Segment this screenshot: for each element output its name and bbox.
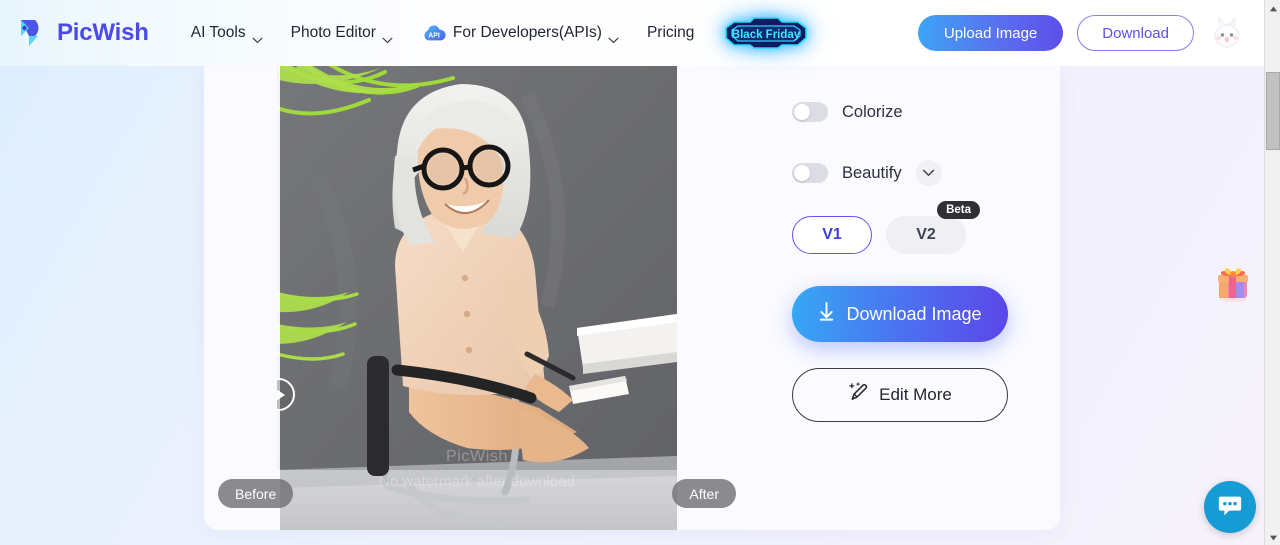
nav-item-pricing[interactable]: Pricing	[633, 16, 708, 50]
after-label: After	[672, 479, 736, 508]
chevron-down-icon	[608, 31, 619, 43]
image-compare-panel: PicWish No watermark after download Befo…	[204, 56, 750, 530]
edit-more-label: Edit More	[879, 385, 952, 404]
chevron-down-icon	[922, 164, 935, 182]
page-scrollbar[interactable]	[1264, 0, 1280, 545]
logo[interactable]: PicWish	[16, 17, 149, 49]
chat-bubble-icon	[1217, 492, 1243, 523]
download-image-button[interactable]: Download Image	[792, 286, 1008, 342]
site-header: PicWish AI Tools Photo Editor API For De…	[0, 0, 1264, 66]
beautify-row: Beautify	[792, 160, 942, 186]
portrait-photo	[277, 56, 677, 530]
editor-card: PicWish No watermark after download Befo…	[204, 56, 1060, 530]
download-image-label: Download Image	[846, 303, 982, 324]
nav-label: For Developers(APIs)	[452, 24, 602, 41]
nav-item-for-developers[interactable]: API For Developers(APIs)	[407, 16, 633, 51]
beautify-toggle[interactable]	[792, 163, 828, 183]
compare-slider-line	[277, 56, 280, 530]
controls-panel: Colorize Beautify V1 V2 Beta Download Im…	[750, 56, 1060, 530]
chat-support-button[interactable]	[1204, 481, 1256, 533]
bunny-avatar-icon[interactable]	[1208, 14, 1246, 52]
beta-badge: Beta	[937, 201, 980, 219]
toggle-knob	[794, 104, 810, 120]
edit-more-button[interactable]: Edit More	[792, 368, 1008, 422]
chevron-down-icon	[382, 31, 393, 43]
download-arrow-icon	[818, 302, 835, 326]
logo-text: PicWish	[57, 19, 149, 46]
svg-text:Black Friday: Black Friday	[732, 29, 801, 41]
download-button[interactable]: Download	[1077, 15, 1194, 51]
nav-label: Pricing	[646, 24, 695, 41]
photo-frame[interactable]: PicWish No watermark after download	[277, 56, 677, 530]
nav-item-ai-tools[interactable]: AI Tools	[177, 16, 277, 50]
main-navigation: AI Tools Photo Editor API For Developers…	[177, 16, 813, 51]
chevron-down-icon	[252, 31, 263, 43]
triangle-down-icon	[1269, 528, 1278, 545]
version-v1-button[interactable]: V1	[792, 216, 872, 254]
svg-text:API: API	[428, 32, 440, 39]
api-cloud-icon: API	[421, 24, 447, 43]
gift-box-icon[interactable]	[1212, 262, 1254, 304]
version-v2-label: V2	[916, 226, 936, 243]
magic-pencil-icon	[848, 382, 869, 408]
scroll-down-button[interactable]	[1265, 529, 1280, 545]
colorize-label: Colorize	[842, 102, 903, 121]
beautify-expand-button[interactable]	[915, 160, 942, 186]
colorize-toggle[interactable]	[792, 102, 828, 122]
upload-image-button[interactable]: Upload Image	[917, 15, 1064, 51]
black-friday-badge[interactable]: Black Friday	[720, 16, 812, 50]
version-selector: V1 V2 Beta	[792, 201, 980, 254]
picwish-bird-logo-icon	[16, 17, 48, 49]
nav-item-photo-editor[interactable]: Photo Editor	[277, 16, 407, 50]
nav-label: Photo Editor	[290, 24, 376, 41]
slider-arrow-icon	[277, 388, 285, 401]
header-actions: Upload Image Download	[917, 14, 1246, 52]
toggle-knob	[794, 165, 810, 181]
before-label: Before	[218, 479, 294, 508]
beautify-label: Beautify	[842, 163, 902, 182]
scrollbar-thumb[interactable]	[1266, 72, 1280, 150]
version-v2-button[interactable]: V2 Beta	[886, 201, 980, 254]
nav-label: AI Tools	[190, 24, 246, 41]
triangle-up-icon	[1269, 0, 1278, 17]
colorize-row: Colorize	[792, 102, 903, 122]
scroll-up-button[interactable]	[1265, 0, 1280, 16]
